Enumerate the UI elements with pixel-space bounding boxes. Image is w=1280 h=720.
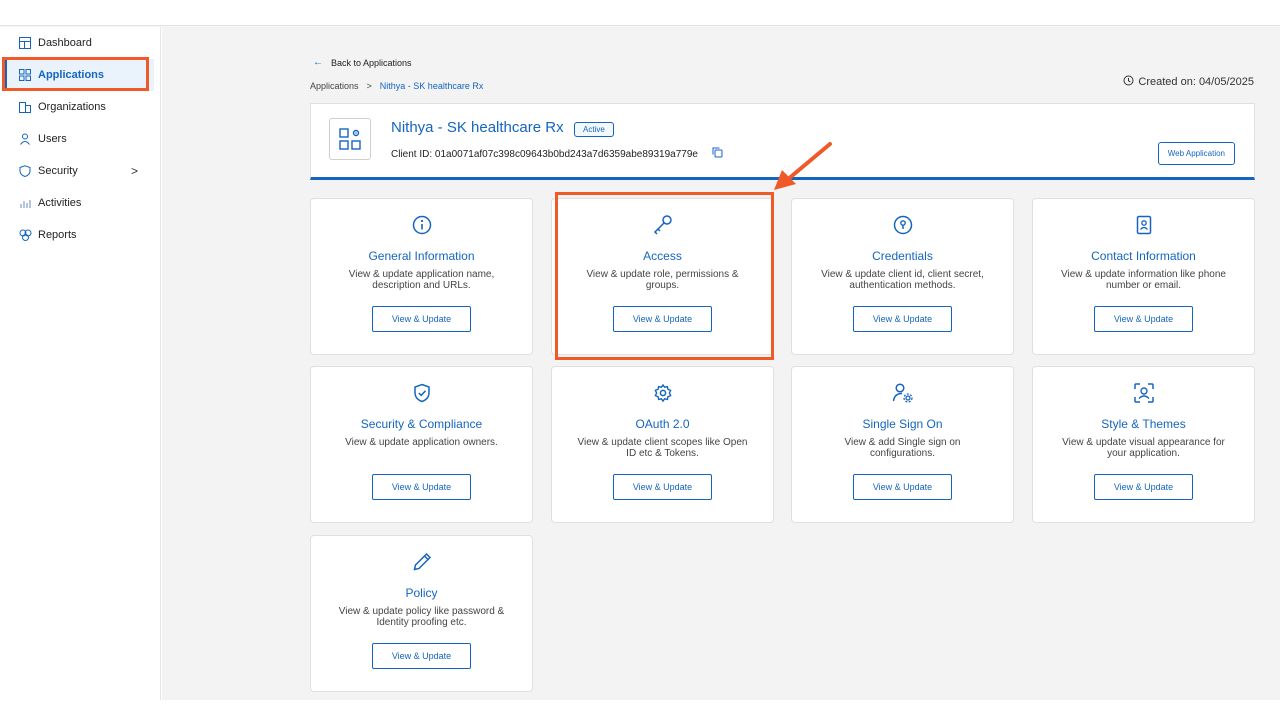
gear-icon	[552, 382, 773, 404]
card-policy: Policy View & update policy like passwor…	[310, 535, 533, 692]
sidebar-item-label: Dashboard	[38, 37, 92, 49]
view-update-button[interactable]: View & Update	[613, 474, 712, 500]
pencil-icon	[311, 551, 532, 573]
info-icon	[311, 214, 532, 236]
shield-icon	[18, 164, 32, 178]
application-type-button[interactable]: Web Application	[1157, 142, 1235, 165]
view-update-button[interactable]: View & Update	[1094, 306, 1193, 332]
card-title: OAuth 2.0	[635, 417, 690, 431]
organizations-icon	[18, 100, 32, 114]
card-title: Contact Information	[1091, 249, 1196, 263]
pointer-arrow-icon	[774, 142, 832, 190]
top-bar	[0, 0, 1280, 26]
breadcrumb-separator: >	[366, 81, 372, 91]
card-title: Single Sign On	[862, 417, 943, 431]
lock-circle-icon	[792, 214, 1013, 236]
card-description: View & update information like phone num…	[1061, 269, 1226, 291]
highlight-box-applications	[2, 57, 149, 91]
sidebar: Dashboard Applications Organizations Use…	[0, 27, 161, 700]
card-description: View & update visual appearance for your…	[1062, 437, 1225, 459]
sidebar-item-activities[interactable]: Activities	[4, 187, 154, 219]
shield-check-icon	[311, 382, 532, 404]
sidebar-item-reports[interactable]: Reports	[4, 219, 154, 251]
view-update-button[interactable]: View & Update	[372, 306, 471, 332]
card-single-sign-on: Single Sign On View & add Single sign on…	[791, 366, 1014, 523]
view-update-button[interactable]: View & Update	[853, 306, 952, 332]
application-name: Nithya - SK healthcare Rx	[391, 119, 564, 136]
client-id: Client ID: 01a0071af07c398c09643b0bd243a…	[391, 147, 723, 161]
sidebar-item-label: Users	[38, 133, 67, 145]
card-oauth: OAuth 2.0 View & update client scopes li…	[551, 366, 774, 523]
card-general-information: General Information View & update applic…	[310, 198, 533, 355]
view-update-button[interactable]: View & Update	[1094, 474, 1193, 500]
view-update-button[interactable]: View & Update	[372, 474, 471, 500]
view-update-button[interactable]: View & Update	[372, 643, 471, 669]
sidebar-item-label: Organizations	[38, 101, 106, 113]
card-description: View & update application name, descript…	[348, 269, 495, 291]
arrow-left-icon: ←	[313, 57, 323, 68]
sidebar-item-security[interactable]: Security >	[4, 155, 154, 187]
card-title: Policy	[405, 586, 438, 600]
client-id-value: Client ID: 01a0071af07c398c09643b0bd243a…	[391, 148, 698, 160]
card-style-themes: Style & Themes View & update visual appe…	[1032, 366, 1255, 523]
breadcrumb-current: Nithya - SK healthcare Rx	[379, 81, 484, 91]
created-date: Created on: 04/05/2025	[1123, 75, 1254, 89]
card-title: Credentials	[872, 249, 933, 263]
card-credentials: Credentials View & update client id, cli…	[791, 198, 1014, 355]
breadcrumb-root[interactable]: Applications	[310, 81, 359, 91]
card-description: View & update client id, client secret, …	[821, 269, 984, 291]
application-icon	[329, 118, 371, 160]
sidebar-item-label: Reports	[38, 229, 77, 241]
card-description: View & update policy like password & Ide…	[338, 606, 505, 628]
copy-icon[interactable]	[712, 147, 723, 161]
sidebar-item-organizations[interactable]: Organizations	[4, 91, 154, 123]
contact-book-icon	[1033, 214, 1254, 236]
card-contact-information: Contact Information View & update inform…	[1032, 198, 1255, 355]
card-description: View & update application owners.	[345, 437, 498, 448]
clock-icon	[1123, 75, 1134, 89]
user-icon	[18, 132, 32, 146]
card-description: View & update client scopes like Open ID…	[577, 437, 748, 459]
user-gear-icon	[792, 382, 1013, 404]
card-security-compliance: Security & Compliance View & update appl…	[310, 366, 533, 523]
dashboard-icon	[18, 36, 32, 50]
activities-icon	[18, 196, 32, 210]
card-description: View & add Single sign on configurations…	[844, 437, 961, 459]
sidebar-item-users[interactable]: Users	[4, 123, 154, 155]
chevron-right-icon: >	[130, 164, 138, 178]
face-scan-icon	[1033, 382, 1254, 404]
sidebar-item-label: Activities	[38, 197, 82, 209]
status-badge: Active	[574, 122, 614, 137]
card-title: General Information	[368, 249, 475, 263]
sidebar-item-dashboard[interactable]: Dashboard	[4, 27, 154, 59]
sidebar-item-label: Security	[38, 165, 78, 177]
highlight-box-access	[555, 192, 774, 360]
back-link[interactable]: ← Back to Applications	[313, 57, 412, 68]
created-label: Created on: 04/05/2025	[1138, 76, 1254, 88]
card-title: Style & Themes	[1101, 417, 1186, 431]
card-title: Security & Compliance	[360, 417, 483, 431]
back-label: Back to Applications	[331, 57, 412, 68]
breadcrumb: Applications > Nithya - SK healthcare Rx	[310, 81, 483, 91]
view-update-button[interactable]: View & Update	[853, 474, 952, 500]
reports-icon	[18, 228, 32, 242]
